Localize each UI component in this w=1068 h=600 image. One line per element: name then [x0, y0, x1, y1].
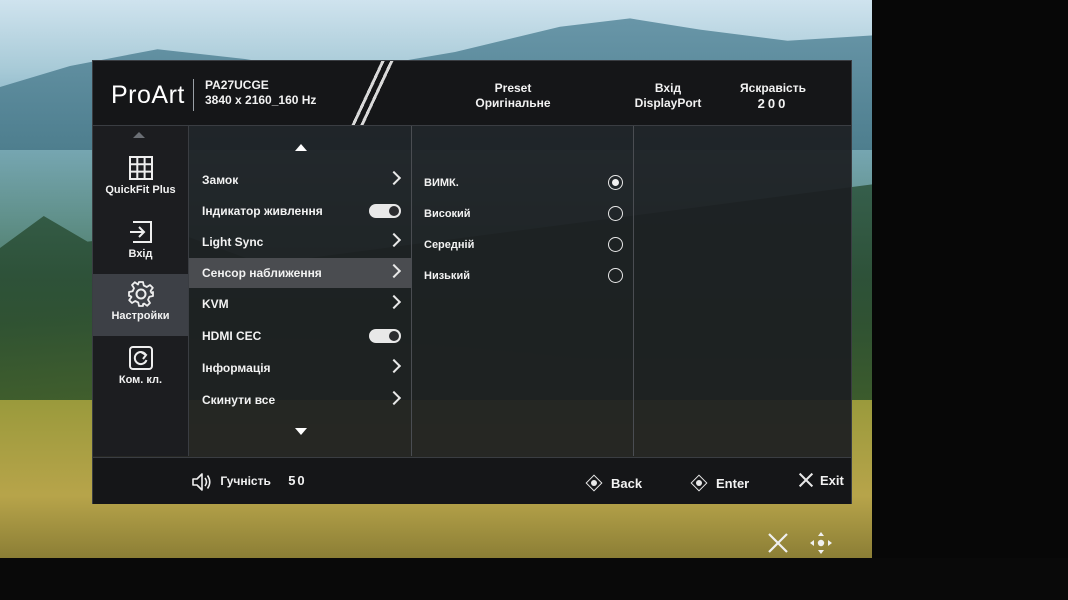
radio-icon[interactable] [608, 268, 623, 283]
monitor-bezel [872, 0, 1068, 600]
volume-indicator[interactable]: Гучність 50 [191, 472, 307, 492]
model-name: PA27UCGE [205, 78, 269, 92]
menu-item-label: Інформація [202, 361, 271, 375]
menu-item-label: Скинути все [202, 393, 276, 407]
menu-item-kvm[interactable]: KVM [189, 289, 411, 319]
power-indicator-toggle[interactable] [369, 204, 401, 218]
settings-menu: Замок Індикатор живлення Light Sync Сенс… [189, 126, 412, 456]
preset-value: Оригінальне [475, 96, 551, 110]
proart-logo: ProArt [111, 81, 185, 109]
menu-item-hdmi-cec[interactable]: HDMI CEC [189, 321, 411, 351]
nav-label: Вхід [128, 248, 153, 260]
preset-label: Preset [494, 81, 532, 95]
radio-icon[interactable] [608, 237, 623, 252]
input-icon [129, 221, 152, 243]
nav-item-shortcut[interactable]: Ком. кл. [93, 338, 188, 400]
nav-item-input[interactable]: Вхід [93, 212, 188, 274]
menu-item-information[interactable]: Інформація [189, 353, 411, 383]
nav-item-quickfit[interactable]: QuickFit Plus [93, 148, 188, 210]
monitor-bezel-bottom [0, 558, 1068, 600]
option-off[interactable]: ВИМК. [412, 168, 633, 198]
speaker-icon [192, 473, 211, 491]
nav-scroll-up-icon[interactable] [133, 132, 145, 138]
input-value: DisplayPort [634, 96, 702, 110]
nav-label: Настройки [111, 310, 170, 322]
detail-column [634, 126, 850, 456]
enter-label: Enter [716, 475, 750, 491]
nav-item-settings[interactable]: Настройки [93, 274, 188, 336]
osd-footer: Гучність 50 Back Enter Exit [93, 457, 851, 504]
option-high[interactable]: Високий [412, 199, 633, 229]
menu-item-label: KVM [202, 297, 229, 311]
back-button[interactable]: Back [583, 472, 642, 494]
enter-button[interactable]: Enter [688, 472, 749, 494]
header-divider [193, 79, 194, 111]
gear-icon [127, 281, 154, 307]
osd-nav: QuickFit Plus Вхід Настройки Ком. кл. [93, 126, 189, 456]
option-label: Середній [424, 239, 475, 251]
proximity-sensor-options: ВИМК. Високий Середній Низький [412, 126, 634, 456]
nav-label: QuickFit Plus [105, 184, 176, 196]
menu-item-label: Замок [202, 173, 239, 187]
exit-button[interactable]: Exit [798, 472, 844, 488]
chevron-right-icon [386, 170, 402, 186]
menu-item-label: HDMI CEC [202, 329, 262, 343]
option-low[interactable]: Низький [412, 261, 633, 291]
hdmi-cec-toggle[interactable] [369, 329, 401, 343]
back-label: Back [611, 475, 643, 491]
menu-scroll-up-icon[interactable] [295, 144, 307, 151]
brightness-label: Яскравість [740, 81, 806, 95]
chevron-right-icon [386, 294, 402, 310]
menu-item-label: Індикатор живлення [202, 204, 323, 218]
option-medium[interactable]: Середній [412, 230, 633, 260]
brightness-info: Яскравість 200 [723, 81, 823, 111]
chevron-right-icon [386, 232, 402, 248]
chevron-right-icon [386, 390, 402, 406]
menu-item-reset-all[interactable]: Скинути все [189, 385, 411, 415]
chevron-right-icon [386, 358, 402, 374]
dpad-icon [688, 472, 710, 494]
menu-item-label: Light Sync [202, 235, 264, 249]
exit-label: Exit [820, 472, 844, 488]
preset-info: Preset Оригінальне [453, 81, 573, 111]
shortcut-icon [128, 346, 153, 370]
input-info: Вхід DisplayPort [618, 81, 718, 111]
option-label: ВИМК. [424, 177, 459, 189]
osd-header: ProArt PA27UCGE 3840 x 2160_160 Hz Prese… [93, 61, 851, 126]
menu-item-light-sync[interactable]: Light Sync [189, 227, 411, 257]
grid-icon [128, 156, 153, 180]
header-slash-decoration [333, 61, 413, 125]
model-info: PA27UCGE 3840 x 2160_160 Hz [205, 78, 316, 108]
menu-item-lock[interactable]: Замок [189, 165, 411, 195]
volume-value: 50 [288, 473, 307, 489]
osd-panel: ProArt PA27UCGE 3840 x 2160_160 Hz Prese… [92, 60, 852, 504]
menu-item-power-indicator[interactable]: Індикатор живлення [189, 196, 411, 226]
radio-icon[interactable] [608, 206, 623, 221]
dpad-icon [583, 472, 605, 494]
option-label: Високий [424, 208, 471, 220]
input-label: Вхід [654, 81, 682, 95]
volume-label: Гучність [220, 474, 271, 489]
chevron-right-icon [386, 263, 402, 279]
resolution-text: 3840 x 2160_160 Hz [205, 93, 317, 107]
menu-scroll-down-icon[interactable] [295, 428, 307, 435]
hotkey-close-icon[interactable] [765, 530, 791, 556]
radio-selected-icon[interactable] [608, 175, 623, 190]
brightness-value: 200 [757, 96, 789, 111]
menu-item-proximity-sensor[interactable]: Сенсор наближення [189, 258, 411, 288]
menu-item-label: Сенсор наближення [202, 266, 322, 280]
option-label: Низький [424, 270, 470, 282]
hotkey-joystick-icon[interactable] [808, 530, 834, 556]
close-icon [798, 472, 814, 488]
nav-label: Ком. кл. [118, 374, 163, 386]
